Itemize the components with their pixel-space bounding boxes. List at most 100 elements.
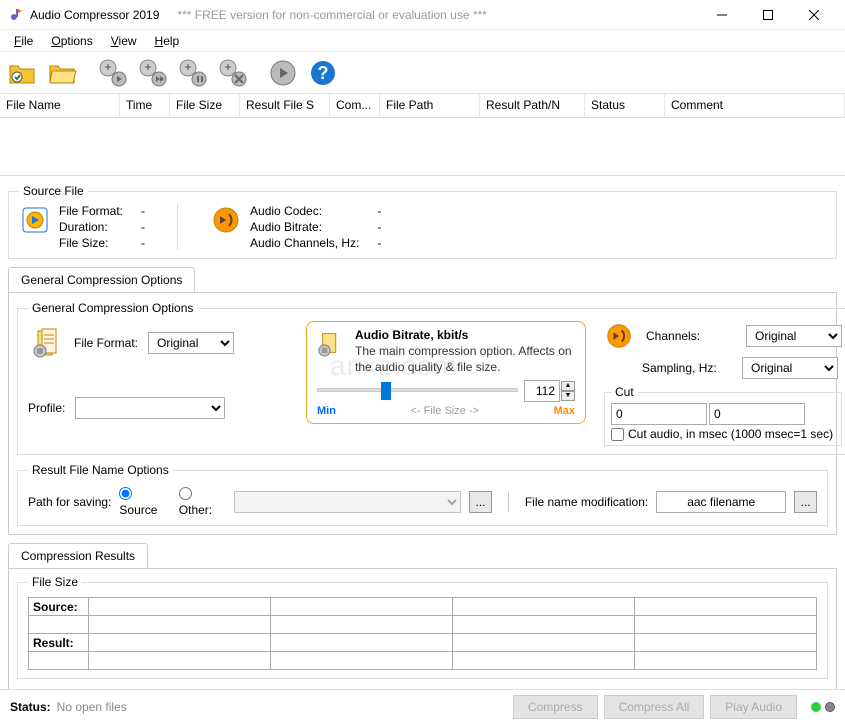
titlebar: Audio Compressor 2019 *** FREE version f… bbox=[0, 0, 845, 30]
fname-mod-button[interactable]: ... bbox=[794, 491, 817, 513]
cut-audio-checkbox[interactable] bbox=[611, 428, 624, 441]
path-other-label: Other: bbox=[179, 503, 212, 517]
window-controls bbox=[699, 0, 837, 30]
filesize-table: Source: Result: bbox=[28, 597, 817, 670]
process-stop-button[interactable] bbox=[214, 54, 252, 92]
audio-bitrate-label: Audio Bitrate: bbox=[250, 220, 359, 234]
bitrate-title: Audio Bitrate, kbit/s bbox=[355, 328, 575, 342]
compress-button[interactable]: Compress bbox=[513, 695, 598, 719]
audio-channels-label: Audio Channels, Hz: bbox=[250, 236, 359, 250]
sampling-label: Sampling, Hz: bbox=[642, 361, 734, 375]
filesize-source-label: Source: bbox=[29, 598, 89, 616]
source-file-icon bbox=[19, 204, 51, 236]
bitrate-slider[interactable] bbox=[317, 379, 518, 403]
duration-label: Duration: bbox=[59, 220, 123, 234]
edition-note: *** FREE version for non-commercial or e… bbox=[177, 8, 486, 22]
statusbar: Status: No open files Compress Compress … bbox=[0, 689, 845, 723]
bitrate-spin-up[interactable]: ▲ bbox=[561, 381, 575, 391]
sampling-select[interactable]: Original bbox=[742, 357, 838, 379]
filesize-group: File Size Source: Result: bbox=[17, 575, 828, 679]
bitrate-min-label: Min bbox=[317, 405, 336, 417]
maximize-button[interactable] bbox=[745, 0, 791, 30]
status-text: No open files bbox=[57, 700, 127, 714]
minimize-button[interactable] bbox=[699, 0, 745, 30]
profile-label: Profile: bbox=[28, 401, 65, 415]
bitrate-max-label: Max bbox=[554, 405, 575, 417]
col-comp[interactable]: Com... bbox=[330, 94, 380, 117]
cut-to-input[interactable] bbox=[709, 403, 805, 425]
col-status[interactable]: Status bbox=[585, 94, 665, 117]
compress-all-button[interactable]: Compress All bbox=[604, 695, 705, 719]
cut-from-input[interactable] bbox=[611, 403, 707, 425]
gco-file-format-select[interactable]: Original bbox=[148, 332, 234, 354]
col-filepath[interactable]: File Path bbox=[380, 94, 480, 117]
audio-codec-icon bbox=[210, 204, 242, 236]
cut-legend: Cut bbox=[611, 385, 638, 399]
file-grid-header: File Name Time File Size Result File S C… bbox=[0, 94, 845, 118]
filesize-value: - bbox=[141, 236, 145, 250]
menubar: File Options View Help bbox=[0, 30, 845, 52]
status-dot-grey bbox=[825, 702, 835, 712]
col-comment[interactable]: Comment bbox=[665, 94, 845, 117]
bitrate-desc: The main compression option. Affects on … bbox=[355, 344, 575, 375]
menu-view[interactable]: View bbox=[103, 32, 145, 50]
file-grid-body[interactable] bbox=[0, 118, 845, 176]
fname-mod-input[interactable] bbox=[656, 491, 786, 513]
channels-icon bbox=[604, 321, 634, 351]
filesize-label: File Size: bbox=[59, 236, 123, 250]
tab-compression-results[interactable]: Compression Results bbox=[8, 543, 148, 568]
help-button[interactable]: ? bbox=[304, 54, 342, 92]
col-resultpath[interactable]: Result Path/N bbox=[480, 94, 585, 117]
process-play-all-button[interactable] bbox=[134, 54, 172, 92]
close-button[interactable] bbox=[791, 0, 837, 30]
cut-group: Cut Cut audio, in msec (1000 msec=1 sec) bbox=[604, 385, 842, 446]
profile-select[interactable] bbox=[75, 397, 225, 419]
play-audio-button[interactable] bbox=[264, 54, 302, 92]
play-audio-action[interactable]: Play Audio bbox=[710, 695, 797, 719]
path-other-radio[interactable] bbox=[179, 487, 192, 500]
app-icon bbox=[8, 7, 24, 23]
filesize-result-label: Result: bbox=[29, 634, 89, 652]
menu-help[interactable]: Help bbox=[147, 32, 188, 50]
toolbar: ? bbox=[0, 52, 845, 94]
col-filesize[interactable]: File Size bbox=[170, 94, 240, 117]
app-title: Audio Compressor 2019 bbox=[30, 8, 159, 22]
channels-select[interactable]: Original bbox=[746, 325, 842, 347]
path-browse-button[interactable]: ... bbox=[469, 491, 492, 513]
audio-channels-value: - bbox=[377, 236, 381, 250]
status-label: Status: bbox=[10, 700, 51, 714]
bitrate-mid-label: <- File Size -> bbox=[411, 405, 479, 417]
channels-label: Channels: bbox=[646, 329, 738, 343]
cut-audio-label: Cut audio, in msec (1000 msec=1 sec) bbox=[628, 427, 833, 441]
bitrate-input[interactable] bbox=[524, 380, 560, 402]
filesize-legend: File Size bbox=[28, 575, 82, 589]
file-format-label: File Format: bbox=[59, 204, 123, 218]
source-file-legend: Source File bbox=[19, 184, 88, 198]
col-time[interactable]: Time bbox=[120, 94, 170, 117]
path-source-label: Source bbox=[119, 503, 157, 517]
process-play-button[interactable] bbox=[94, 54, 132, 92]
col-resultfilesize[interactable]: Result File S bbox=[240, 94, 330, 117]
audio-bitrate-value: - bbox=[377, 220, 381, 234]
gco-group: General Compression Options File Format:… bbox=[17, 301, 845, 455]
gco-file-format-label: File Format: bbox=[74, 336, 138, 350]
tab-general-compression[interactable]: General Compression Options bbox=[8, 267, 195, 292]
file-format-icon bbox=[32, 327, 64, 359]
source-file-group: Source File File Format: - Duration: - Fil… bbox=[8, 184, 837, 259]
result-filename-legend: Result File Name Options bbox=[28, 463, 173, 477]
bitrate-spin-down[interactable]: ▼ bbox=[561, 391, 575, 401]
audio-codec-value: - bbox=[377, 204, 381, 218]
audio-codec-label: Audio Codec: bbox=[250, 204, 359, 218]
path-other-select[interactable] bbox=[234, 491, 461, 513]
file-format-value: - bbox=[141, 204, 145, 218]
path-source-radio[interactable] bbox=[119, 487, 132, 500]
menu-options[interactable]: Options bbox=[43, 32, 100, 50]
menu-file[interactable]: File bbox=[6, 32, 41, 50]
open-file-button[interactable] bbox=[4, 54, 42, 92]
col-filename[interactable]: File Name bbox=[0, 94, 120, 117]
bitrate-icon bbox=[317, 328, 347, 379]
bitrate-group: Audio Bitrate, kbit/s The main compressi… bbox=[306, 321, 586, 424]
open-folder-button[interactable] bbox=[44, 54, 82, 92]
duration-value: - bbox=[141, 220, 145, 234]
process-pause-button[interactable] bbox=[174, 54, 212, 92]
